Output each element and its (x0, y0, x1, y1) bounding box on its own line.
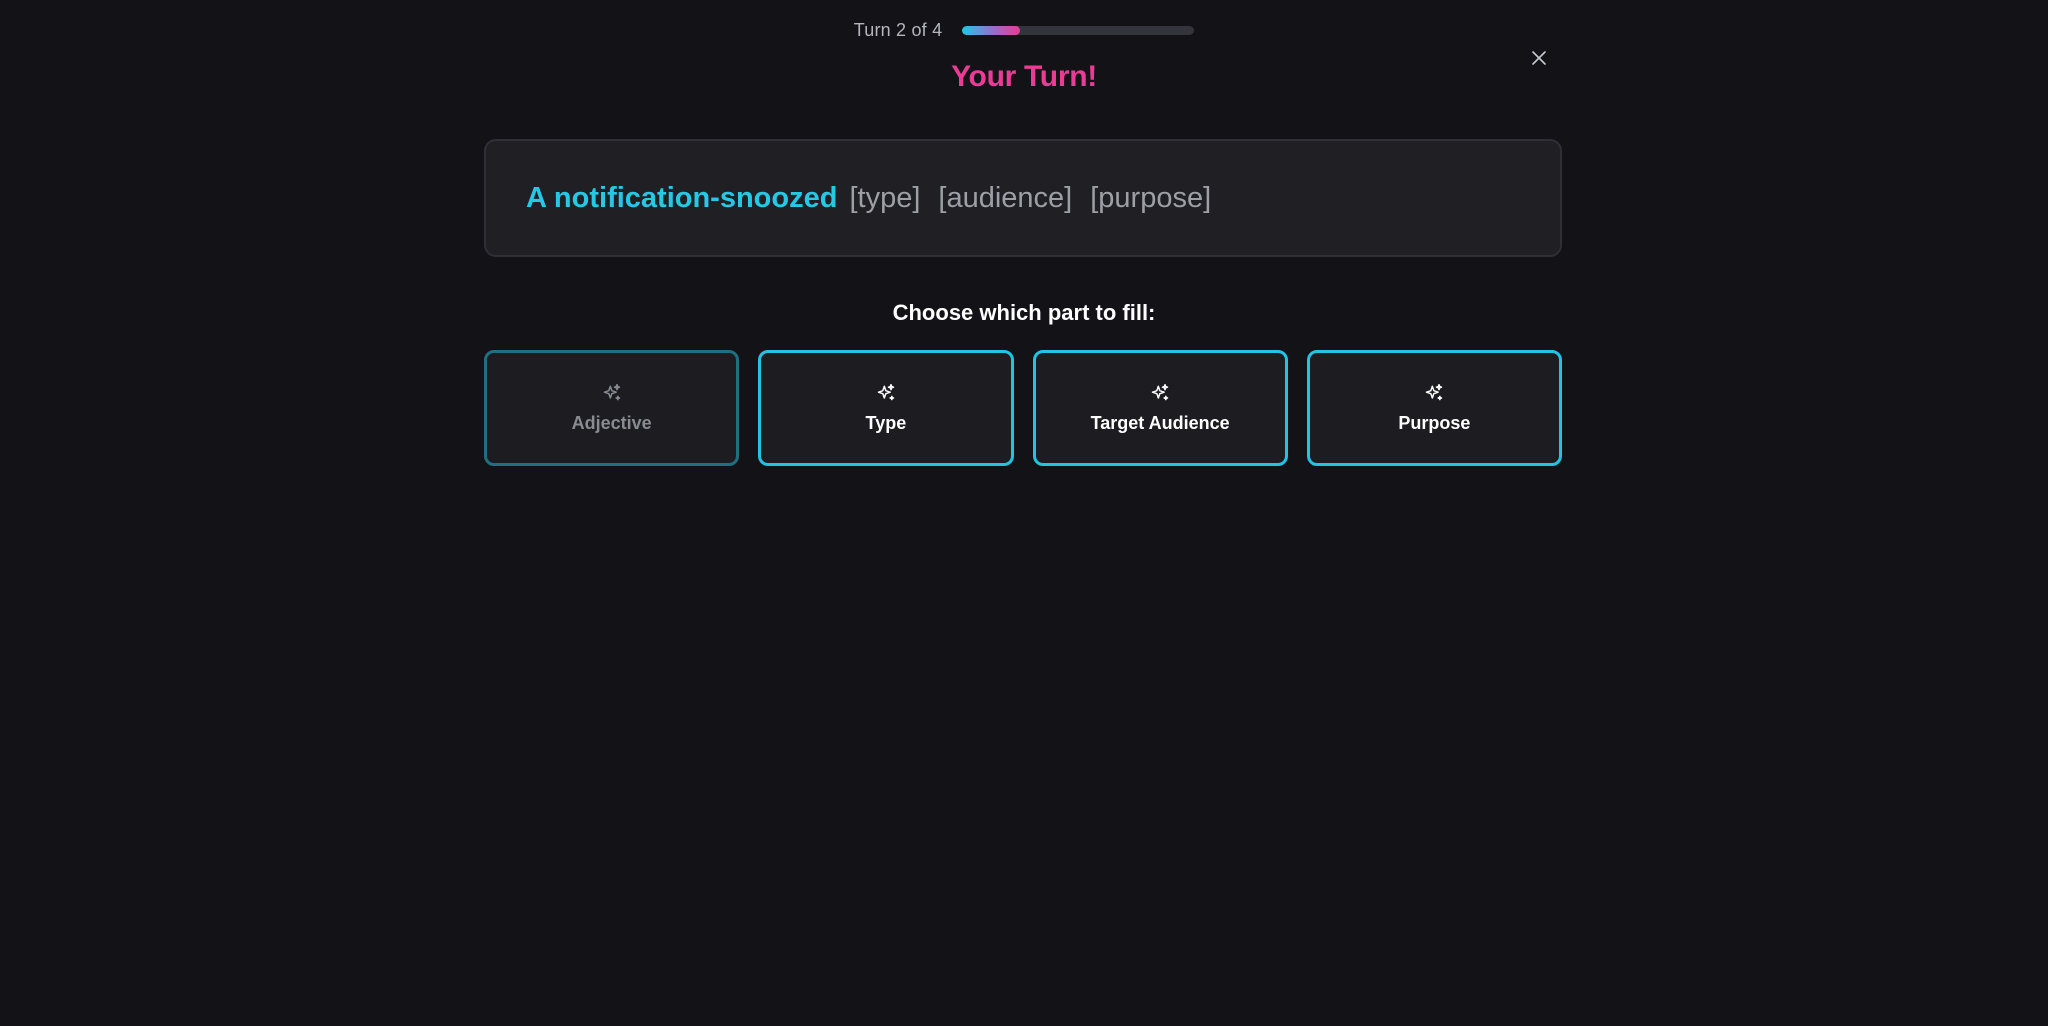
progress-bar (962, 25, 1195, 35)
sparkles-icon (876, 383, 896, 403)
sparkles-icon (1424, 383, 1444, 403)
sparkles-icon (602, 383, 622, 403)
turn-progress: Turn 2 of 4 (0, 16, 2048, 44)
option-label: Purpose (1398, 412, 1471, 433)
blank-type: [type] (849, 181, 921, 214)
option-list: Adjective Type Target Audience Purpose (484, 350, 1562, 466)
option-purpose-button[interactable]: Purpose (1306, 350, 1562, 466)
choose-prompt: Choose which part to fill: (892, 300, 1156, 325)
turn-counter: Turn 2 of 4 (853, 19, 943, 40)
blank-purpose: [purpose] (1090, 181, 1212, 214)
filled-phrase: A notification-snoozed (526, 181, 838, 214)
option-adjective-button: Adjective (484, 350, 740, 466)
game-screen: Turn 2 of 4 Your Turn! A notification-sn… (0, 0, 2048, 1026)
blank-audience: [audience] (938, 181, 1073, 214)
sentence-card: A notification-snoozed [type] [audience]… (484, 139, 1562, 257)
sparkles-icon (1150, 383, 1170, 403)
option-target-audience-button[interactable]: Target Audience (1032, 350, 1288, 466)
option-label: Adjective (571, 412, 652, 433)
option-type-button[interactable]: Type (758, 350, 1014, 466)
turn-title: Your Turn! (951, 60, 1097, 93)
progress-bar-fill (962, 25, 1021, 35)
option-label: Target Audience (1090, 412, 1230, 433)
option-label: Type (865, 412, 907, 433)
